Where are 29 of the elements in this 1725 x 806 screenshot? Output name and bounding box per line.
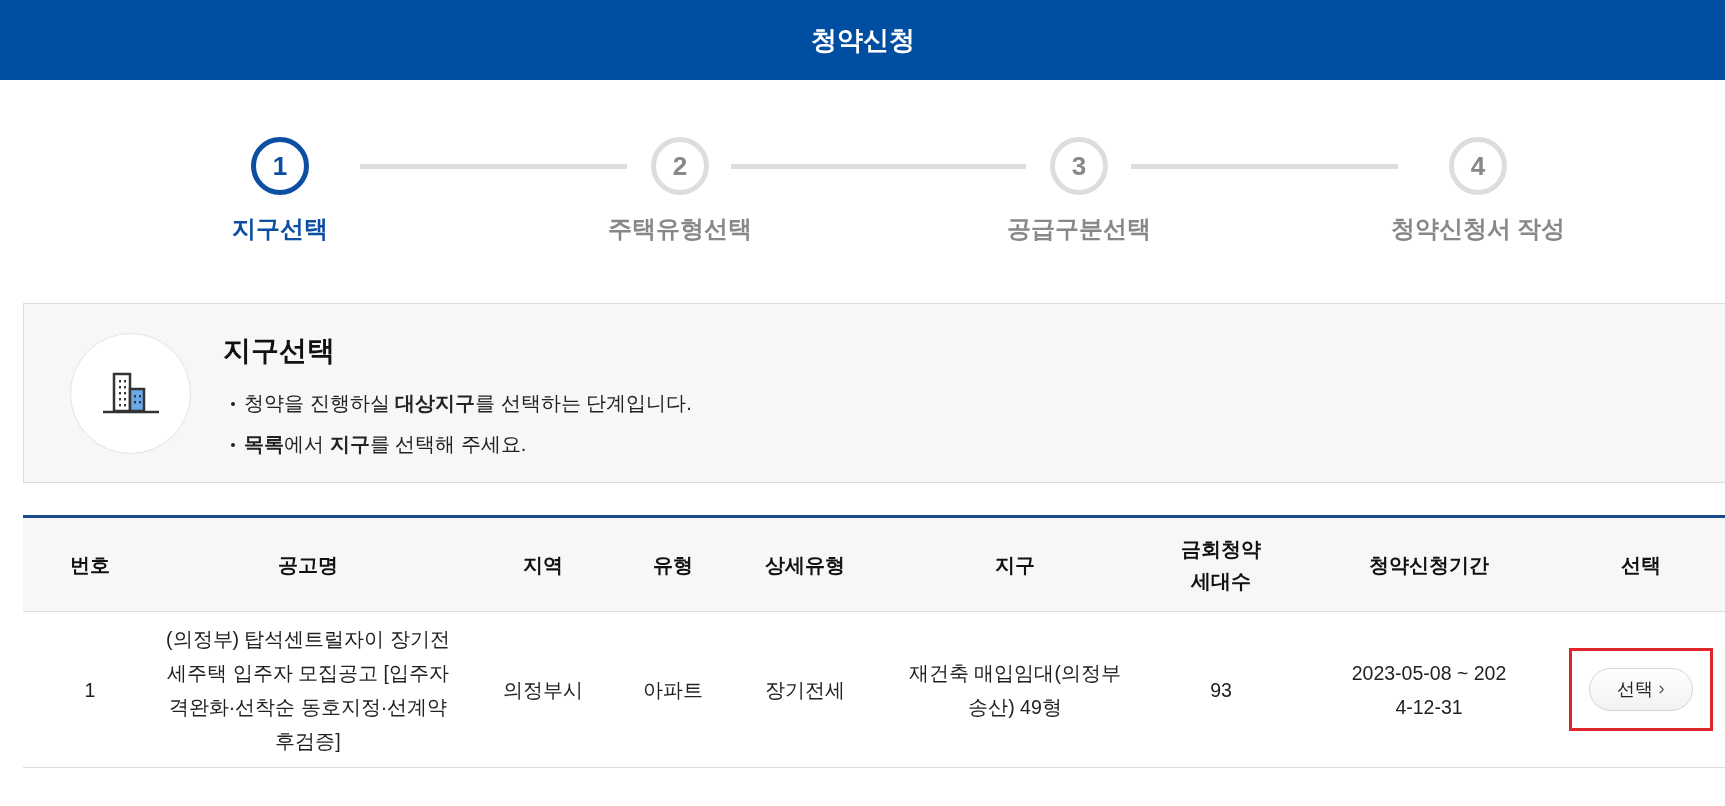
table-cell-text: 1: [83, 677, 97, 703]
bullet-icon: [231, 442, 235, 447]
column-header: 금회청약 세대수: [1180, 536, 1262, 594]
table-cell-text: 아파트: [642, 677, 704, 703]
step-label: 공급구분선택: [1007, 214, 1151, 244]
column-header: 공고명: [277, 552, 339, 578]
column-header: 상세유형: [763, 552, 846, 578]
info-text: 청약을 진행하실 대상지구를 선택하는 단계입니다.: [244, 391, 692, 416]
step-label: 주택유형선택: [608, 214, 752, 244]
table-cell-text: 2023-05-08 ~ 2024-12-31: [1350, 660, 1508, 720]
step-label: 청약신청서 작성: [1390, 214, 1566, 244]
table-cell-text: 재건축 매입임대(의정부송산) 49형: [908, 660, 1122, 720]
select-button[interactable]: 선택: [1588, 668, 1693, 711]
column-header: 지구: [994, 552, 1036, 578]
step-label: 지구선택: [232, 214, 328, 244]
table-cell-text: (의정부) 탑석센트럴자이 장기전세주택 입주자 모집공고 [입주자격완화·선착순 동호지정·선계약 후검증]: [165, 626, 451, 754]
table-cell-text: 장기전세: [763, 677, 846, 703]
column-header: 지역: [522, 552, 564, 578]
table-cell-text: 의정부시: [502, 677, 584, 703]
chevron-right-icon: [1659, 685, 1664, 694]
bullet-icon: [231, 401, 235, 406]
column-header: 선택: [1619, 552, 1662, 578]
table-cell-text: 93: [1209, 677, 1233, 703]
column-header: 유형: [652, 552, 694, 578]
column-header: 청약신청기간: [1368, 552, 1490, 578]
info-title: 지구선택: [223, 334, 336, 368]
page-title: 청약신청: [810, 23, 915, 57]
info-text: 목록에서 지구를 선택해 주세요.: [244, 432, 527, 457]
column-header: 번호: [69, 552, 111, 578]
